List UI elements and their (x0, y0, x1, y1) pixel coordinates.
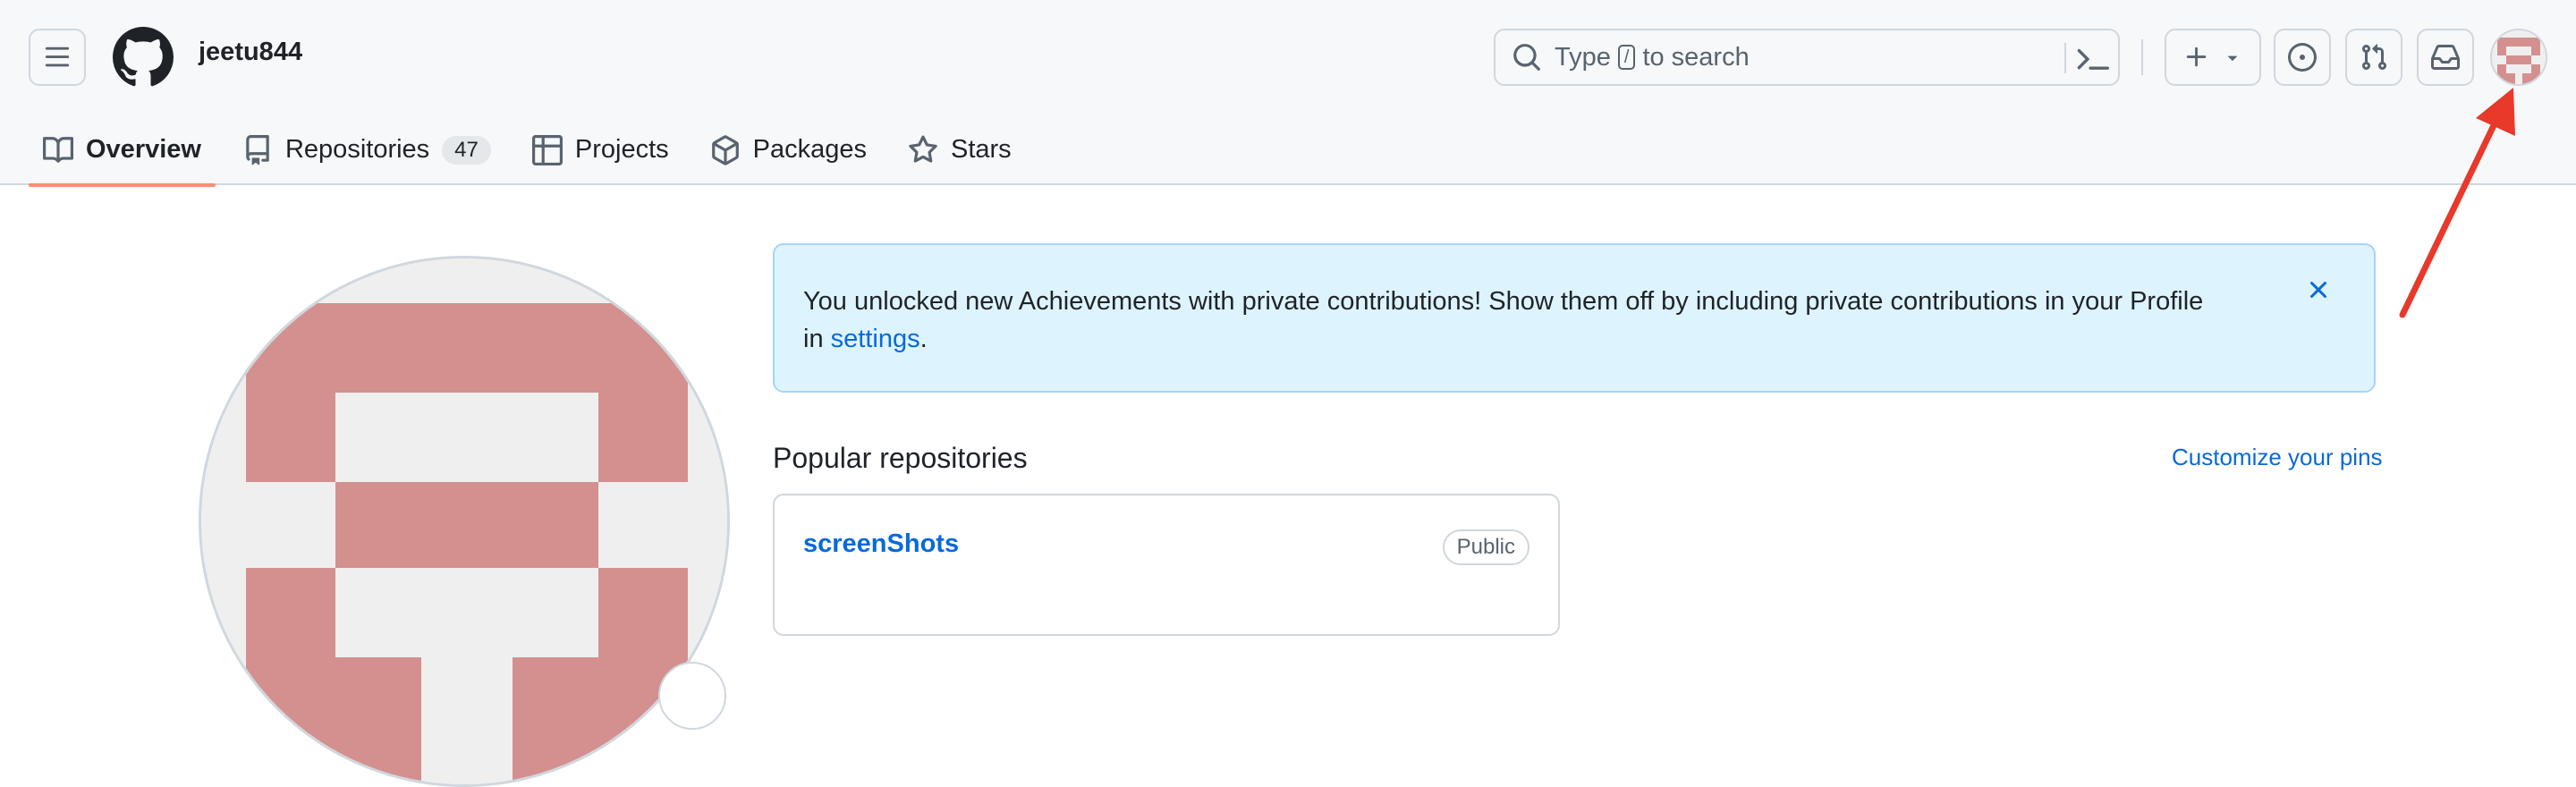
achievements-flash-banner: You unlocked new Achievements with priva… (773, 243, 2376, 393)
profile-avatar[interactable] (199, 256, 730, 787)
command-palette-icon[interactable] (2077, 43, 2109, 75)
create-new-button[interactable] (2165, 29, 2261, 86)
search-placeholder: Type / to search (1555, 43, 1750, 72)
star-icon (909, 135, 937, 163)
repo-name-link[interactable]: screenShots (803, 529, 959, 559)
table-icon (531, 134, 563, 165)
repo-icon (246, 134, 269, 165)
tab-overview[interactable]: Overview (29, 114, 216, 187)
identicon-avatar-large (201, 258, 727, 784)
flash-message: You unlocked new Achievements with priva… (803, 287, 2204, 353)
tab-stars-label: Stars (951, 135, 1012, 164)
open-global-navigation-button[interactable] (29, 29, 86, 86)
your-pull-requests-button[interactable] (2345, 29, 2402, 86)
customize-pins-link[interactable]: Customize your pins (2172, 444, 2383, 471)
plus-icon (2186, 47, 2207, 67)
pinned-repo-card: screenShots Public (773, 494, 1560, 636)
your-issues-button[interactable] (2274, 29, 2331, 86)
set-status-button[interactable] (658, 662, 726, 730)
issue-opened-icon (2288, 43, 2317, 72)
notifications-inbox-button[interactable] (2417, 29, 2474, 86)
tab-packages[interactable]: Packages (696, 114, 881, 185)
user-avatar-menu-button[interactable] (2490, 29, 2547, 86)
search-divider (2064, 43, 2066, 73)
tab-repositories[interactable]: Repositories 47 (228, 114, 505, 185)
tab-projects-label: Projects (574, 135, 669, 164)
triangle-down-icon (2227, 55, 2238, 61)
book-icon (43, 136, 73, 163)
inbox-icon (2431, 45, 2460, 70)
tab-projects[interactable]: Projects (518, 114, 683, 185)
flash-message-end: . (919, 325, 928, 353)
profile-username-context[interactable]: jeetu844 (199, 38, 302, 67)
identicon-avatar (2492, 30, 2546, 84)
search-icon (1513, 44, 1540, 71)
repo-visibility-badge: Public (1442, 529, 1530, 565)
settings-link[interactable]: settings (831, 325, 920, 353)
hamburger-icon (45, 47, 70, 67)
profile-tabs: Overview Repositories 47 Projects Packag… (29, 114, 1038, 187)
page-header: jeetu844 Type / to search Overview Repos… (0, 0, 2576, 187)
annotation-arrow (2399, 88, 2515, 318)
github-mark-icon[interactable] (113, 27, 174, 88)
popular-repositories-heading: Popular repositories (773, 442, 1028, 474)
repositories-count-badge: 47 (442, 135, 491, 165)
tab-repositories-label: Repositories (284, 135, 430, 164)
close-icon[interactable] (2304, 275, 2333, 304)
package-icon (711, 134, 739, 165)
header-divider (2141, 39, 2143, 75)
tab-packages-label: Packages (752, 135, 867, 164)
search-placeholder-prefix: Type (1555, 42, 1611, 72)
tab-overview-label: Overview (86, 135, 201, 164)
tab-stars[interactable]: Stars (894, 114, 1026, 185)
top-navigation-bar: jeetu844 Type / to search (0, 0, 2576, 114)
search-shortcut-key: / (1617, 45, 1636, 70)
search-placeholder-suffix: to search (1642, 42, 1750, 72)
git-pull-request-icon (2361, 44, 2387, 71)
search-input[interactable]: Type / to search (1494, 29, 2120, 86)
